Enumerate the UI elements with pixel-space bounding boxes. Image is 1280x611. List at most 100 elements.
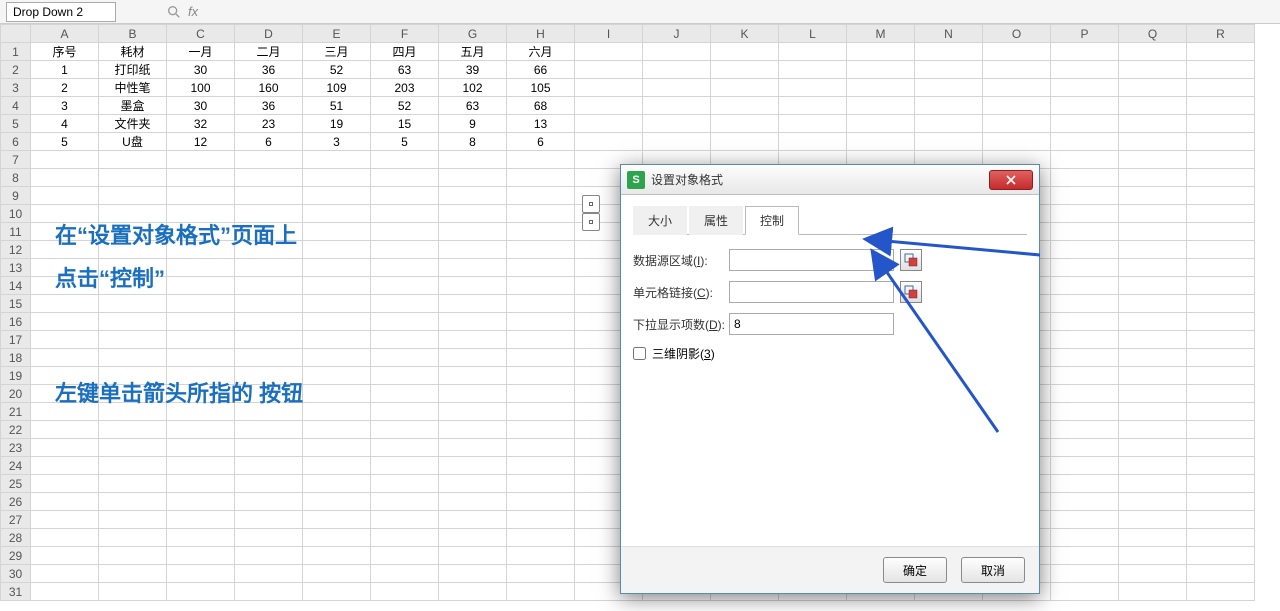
cell[interactable]: [1187, 385, 1255, 403]
cell[interactable]: [1187, 79, 1255, 97]
row-header[interactable]: 1: [1, 43, 31, 61]
cell[interactable]: [1187, 61, 1255, 79]
cell[interactable]: [235, 169, 303, 187]
cell[interactable]: [99, 493, 167, 511]
cell[interactable]: [1119, 97, 1187, 115]
cell[interactable]: [1187, 97, 1255, 115]
cell[interactable]: [31, 151, 99, 169]
cell[interactable]: [1119, 475, 1187, 493]
cell[interactable]: [99, 295, 167, 313]
cell[interactable]: [31, 349, 99, 367]
cell[interactable]: [915, 43, 983, 61]
cell[interactable]: [1187, 133, 1255, 151]
column-header[interactable]: H: [507, 25, 575, 43]
cell[interactable]: 105: [507, 79, 575, 97]
cell[interactable]: [439, 457, 507, 475]
cell[interactable]: 100: [167, 79, 235, 97]
cell[interactable]: [643, 79, 711, 97]
cell[interactable]: [1119, 349, 1187, 367]
cell[interactable]: [167, 583, 235, 601]
cell[interactable]: [31, 583, 99, 601]
cell[interactable]: [1051, 151, 1119, 169]
cell[interactable]: [99, 187, 167, 205]
cell[interactable]: [235, 493, 303, 511]
cell[interactable]: [643, 115, 711, 133]
cell[interactable]: [439, 205, 507, 223]
cell[interactable]: [235, 187, 303, 205]
row-header[interactable]: 14: [1, 277, 31, 295]
cell[interactable]: 五月: [439, 43, 507, 61]
cell[interactable]: [847, 97, 915, 115]
cell[interactable]: [575, 61, 643, 79]
cell[interactable]: [915, 61, 983, 79]
cell[interactable]: 墨盒: [99, 97, 167, 115]
cell[interactable]: [1187, 403, 1255, 421]
cell[interactable]: [167, 547, 235, 565]
cell[interactable]: 12: [167, 133, 235, 151]
cell[interactable]: [31, 187, 99, 205]
cell[interactable]: 203: [371, 79, 439, 97]
cell[interactable]: [1187, 43, 1255, 61]
cell[interactable]: [439, 367, 507, 385]
cell[interactable]: [1051, 583, 1119, 601]
cell[interactable]: [1119, 583, 1187, 601]
cell[interactable]: [303, 295, 371, 313]
row-header[interactable]: 29: [1, 547, 31, 565]
cell[interactable]: [1187, 547, 1255, 565]
cell[interactable]: 二月: [235, 43, 303, 61]
cell[interactable]: [371, 313, 439, 331]
cell[interactable]: [711, 97, 779, 115]
cell[interactable]: 63: [371, 61, 439, 79]
cell[interactable]: [1051, 97, 1119, 115]
cell[interactable]: [1119, 43, 1187, 61]
cell[interactable]: [439, 313, 507, 331]
cell[interactable]: [1187, 511, 1255, 529]
cell[interactable]: [303, 403, 371, 421]
cell[interactable]: [1187, 223, 1255, 241]
cell[interactable]: 2: [31, 79, 99, 97]
cell[interactable]: [1051, 475, 1119, 493]
cell[interactable]: 中性笔: [99, 79, 167, 97]
cell[interactable]: [507, 565, 575, 583]
cell[interactable]: [303, 439, 371, 457]
cell[interactable]: [1119, 79, 1187, 97]
cell[interactable]: 4: [31, 115, 99, 133]
row-header[interactable]: 17: [1, 331, 31, 349]
row-header[interactable]: 31: [1, 583, 31, 601]
cell[interactable]: [507, 295, 575, 313]
cell[interactable]: 打印纸: [99, 61, 167, 79]
row-header[interactable]: 25: [1, 475, 31, 493]
cell[interactable]: [1051, 223, 1119, 241]
cell[interactable]: [439, 187, 507, 205]
column-header[interactable]: B: [99, 25, 167, 43]
cell[interactable]: [1187, 529, 1255, 547]
cell[interactable]: [915, 97, 983, 115]
column-header[interactable]: A: [31, 25, 99, 43]
cell[interactable]: [235, 457, 303, 475]
cell[interactable]: [1051, 241, 1119, 259]
cell[interactable]: [1051, 313, 1119, 331]
cell[interactable]: [711, 43, 779, 61]
cell[interactable]: [507, 475, 575, 493]
cell[interactable]: 66: [507, 61, 575, 79]
cell[interactable]: [1119, 457, 1187, 475]
cell[interactable]: [1187, 583, 1255, 601]
cell[interactable]: [1051, 61, 1119, 79]
cell[interactable]: [1119, 151, 1187, 169]
cell[interactable]: [507, 367, 575, 385]
cell[interactable]: [779, 97, 847, 115]
cell[interactable]: [507, 277, 575, 295]
cell[interactable]: [1051, 115, 1119, 133]
cell[interactable]: [439, 511, 507, 529]
name-box[interactable]: Drop Down 2: [6, 2, 116, 22]
cell[interactable]: [847, 133, 915, 151]
cell[interactable]: [167, 313, 235, 331]
cell[interactable]: [235, 295, 303, 313]
cell[interactable]: [983, 61, 1051, 79]
source-range-input[interactable]: [729, 249, 894, 271]
column-header[interactable]: G: [439, 25, 507, 43]
row-header[interactable]: 15: [1, 295, 31, 313]
cell[interactable]: [371, 511, 439, 529]
cell[interactable]: [507, 583, 575, 601]
cell[interactable]: [371, 583, 439, 601]
